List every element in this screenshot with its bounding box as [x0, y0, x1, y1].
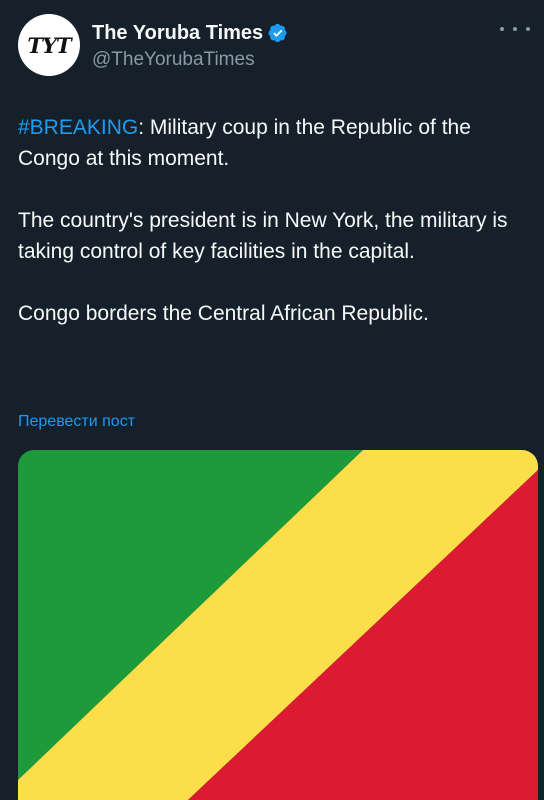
verified-badge-icon — [268, 23, 288, 43]
more-options-icon[interactable] — [500, 20, 530, 38]
hashtag-link[interactable]: #BREAKING — [18, 116, 138, 139]
avatar[interactable]: TYT — [18, 14, 80, 76]
tweet-text: #BREAKING: Military coup in the Republic… — [18, 112, 538, 360]
republic-of-congo-flag-icon — [18, 450, 538, 800]
tweet-paragraph-1: #BREAKING: Military coup in the Republic… — [18, 112, 538, 174]
account-handle[interactable]: @TheYorubaTimes — [92, 49, 255, 71]
display-name[interactable]: The Yoruba Times — [92, 22, 263, 45]
tweet-media-image[interactable] — [18, 450, 538, 800]
avatar-monogram: TYT — [27, 32, 71, 58]
translate-post-link[interactable]: Перевести пост — [18, 413, 135, 431]
tweet-header: TYT The Yoruba Times @TheYorubaTimes — [18, 14, 530, 76]
tweet[interactable]: TYT The Yoruba Times @TheYorubaTimes #BR… — [0, 0, 544, 800]
tweet-paragraph-2: The country's president is in New York, … — [18, 209, 508, 263]
name-row: The Yoruba Times — [92, 20, 288, 46]
tweet-paragraph-3: Congo borders the Central African Republ… — [18, 302, 429, 325]
